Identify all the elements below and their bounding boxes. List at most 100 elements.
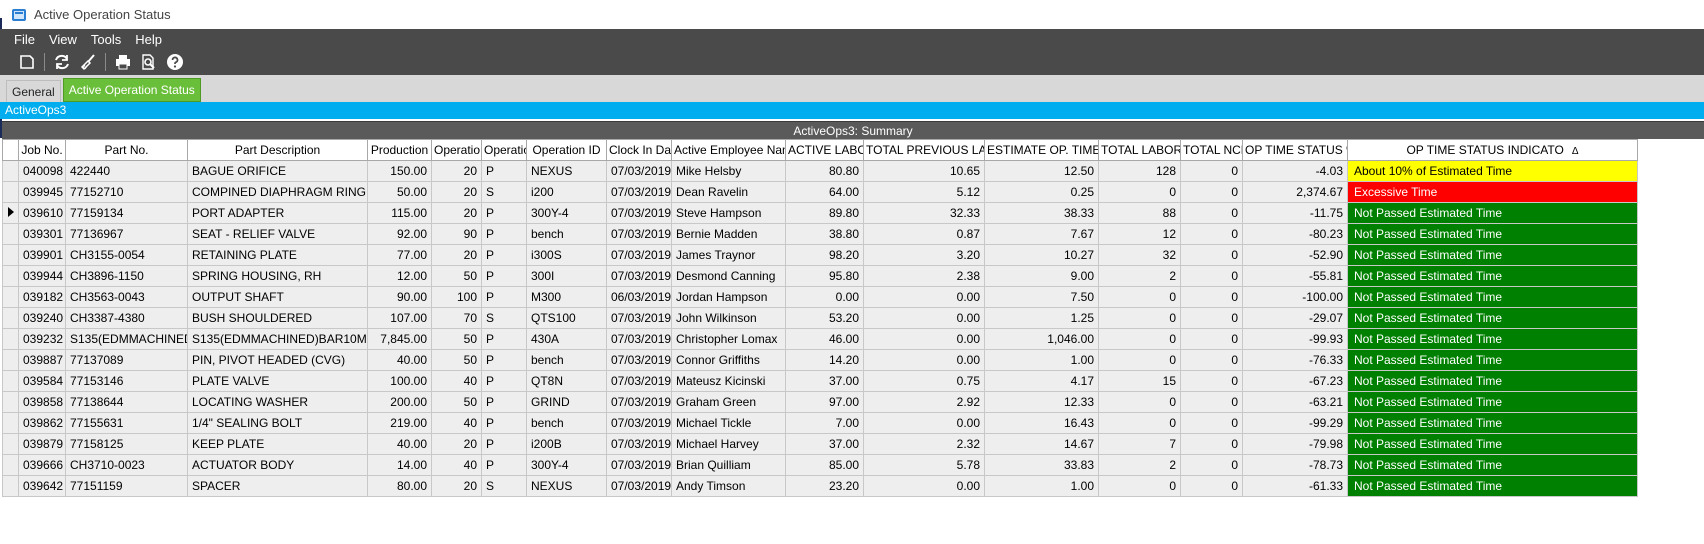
cell-prev[interactable]: 2.32 xyxy=(863,433,985,455)
cell-clock[interactable]: 07/03/2019 xyxy=(606,433,672,455)
cell-opid[interactable]: i200 xyxy=(526,181,607,203)
cell-active[interactable]: 98.20 xyxy=(785,244,864,266)
cell-opseq[interactable]: 100 xyxy=(431,286,482,308)
cell-opid[interactable]: NEXUS xyxy=(526,475,607,497)
cell-ncr[interactable]: 0 xyxy=(1180,286,1243,308)
cell-desc[interactable]: RETAINING PLATE xyxy=(187,244,368,266)
cell-prod[interactable]: 100.00 xyxy=(367,370,432,392)
cell-prod[interactable]: 92.00 xyxy=(367,223,432,245)
cell-emp[interactable]: Michael Tickle xyxy=(671,412,786,434)
table-row[interactable]: 039862 77155631 1/4" SEALING BOLT 219.00 40 P… xyxy=(2,412,1638,434)
cell-opseq[interactable]: 50 xyxy=(431,349,482,371)
cell-pct[interactable]: -61.33 xyxy=(1242,475,1348,497)
cell-clock[interactable]: 07/03/2019 xyxy=(606,307,672,329)
column-header-opseq[interactable]: Operatio xyxy=(431,139,482,161)
column-header-prev[interactable]: TOTAL PREVIOUS LAB xyxy=(863,139,985,161)
cell-job[interactable]: 039862 xyxy=(18,412,66,434)
column-header-prod[interactable]: Production xyxy=(367,139,432,161)
status-indicator-cell[interactable]: Not Passed Estimated Time xyxy=(1347,244,1638,266)
cell-ncr[interactable]: 0 xyxy=(1180,160,1243,182)
cell-part[interactable]: 77137089 xyxy=(65,349,188,371)
row-selector[interactable] xyxy=(2,265,19,287)
cell-pct[interactable]: -52.90 xyxy=(1242,244,1348,266)
column-header-est[interactable]: ESTIMATE OP. TIME H xyxy=(984,139,1099,161)
cell-job[interactable]: 039642 xyxy=(18,475,66,497)
cell-clock[interactable]: 07/03/2019 xyxy=(606,475,672,497)
row-selector[interactable] xyxy=(2,328,19,350)
cell-part[interactable]: 77155631 xyxy=(65,412,188,434)
cell-clock[interactable]: 07/03/2019 xyxy=(606,160,672,182)
cell-prev[interactable]: 0.87 xyxy=(863,223,985,245)
cell-prod[interactable]: 219.00 xyxy=(367,412,432,434)
tab-general[interactable]: General xyxy=(6,80,61,102)
cell-opid[interactable]: i300S xyxy=(526,244,607,266)
table-row[interactable]: 039666 CH3710-0023 ACTUATOR BODY 14.00 40 P 30… xyxy=(2,454,1638,476)
cell-prod[interactable]: 40.00 xyxy=(367,433,432,455)
row-selector[interactable] xyxy=(2,160,19,182)
cell-opseq[interactable]: 50 xyxy=(431,328,482,350)
cell-ncr[interactable]: 0 xyxy=(1180,349,1243,371)
cell-desc[interactable]: PIN, PIVOT HEADED (CVG) xyxy=(187,349,368,371)
row-selector[interactable] xyxy=(2,349,19,371)
column-header-clock[interactable]: Clock In Dat xyxy=(606,139,672,161)
cell-prev[interactable]: 32.33 xyxy=(863,202,985,224)
cell-desc[interactable]: SEAT - RELIEF VALVE xyxy=(187,223,368,245)
cell-est[interactable]: 7.67 xyxy=(984,223,1099,245)
column-header-labor[interactable]: TOTAL LABOR xyxy=(1098,139,1181,161)
print-preview-button[interactable] xyxy=(138,51,160,73)
cell-labor[interactable]: 12 xyxy=(1098,223,1181,245)
cell-pct[interactable]: -55.81 xyxy=(1242,265,1348,287)
table-row[interactable]: 040098 422440 BAGUE ORIFICE 150.00 20 P NEXUS 0… xyxy=(2,160,1638,182)
row-selector[interactable] xyxy=(2,181,19,203)
cell-job[interactable]: 039301 xyxy=(18,223,66,245)
cell-clock[interactable]: 07/03/2019 xyxy=(606,391,672,413)
cell-ncr[interactable]: 0 xyxy=(1180,370,1243,392)
cell-optype[interactable]: P xyxy=(481,454,527,476)
cell-est[interactable]: 1,046.00 xyxy=(984,328,1099,350)
cell-opid[interactable]: i200B xyxy=(526,433,607,455)
cell-active[interactable]: 46.00 xyxy=(785,328,864,350)
cell-prev[interactable]: 5.78 xyxy=(863,454,985,476)
cell-labor[interactable]: 32 xyxy=(1098,244,1181,266)
cell-active[interactable]: 95.80 xyxy=(785,265,864,287)
cell-optype[interactable]: S xyxy=(481,475,527,497)
table-row[interactable]: 039240 CH3387-4380 BUSH SHOULDERED 107.00 70… xyxy=(2,307,1638,329)
cell-prod[interactable]: 77.00 xyxy=(367,244,432,266)
cell-ncr[interactable]: 0 xyxy=(1180,202,1243,224)
table-row[interactable]: 039584 77153146 PLATE VALVE 100.00 40 P QT8N 07… xyxy=(2,370,1638,392)
cell-prod[interactable]: 200.00 xyxy=(367,391,432,413)
row-selector[interactable] xyxy=(2,454,19,476)
cell-pct[interactable]: -11.75 xyxy=(1242,202,1348,224)
row-selector[interactable] xyxy=(2,286,19,308)
table-row[interactable]: 039232 S135(EDMMACHINED) S135(EDMMACHINED)… xyxy=(2,328,1638,350)
cell-labor[interactable]: 0 xyxy=(1098,181,1181,203)
cell-opseq[interactable]: 20 xyxy=(431,475,482,497)
cell-optype[interactable]: P xyxy=(481,391,527,413)
cell-est[interactable]: 12.50 xyxy=(984,160,1099,182)
cell-desc[interactable]: S135(EDMMACHINED)BAR10MM xyxy=(187,328,368,350)
cell-ncr[interactable]: 0 xyxy=(1180,412,1243,434)
status-indicator-cell[interactable]: Not Passed Estimated Time xyxy=(1347,223,1638,245)
cell-labor[interactable]: 2 xyxy=(1098,265,1181,287)
cell-emp[interactable]: Andy Timson xyxy=(671,475,786,497)
status-indicator-cell[interactable]: About 10% of Estimated Time xyxy=(1347,160,1638,182)
cell-job[interactable]: 039610 xyxy=(18,202,66,224)
status-indicator-cell[interactable]: Not Passed Estimated Time xyxy=(1347,412,1638,434)
cell-prev[interactable]: 10.65 xyxy=(863,160,985,182)
cell-est[interactable]: 16.43 xyxy=(984,412,1099,434)
cell-pct[interactable]: -4.03 xyxy=(1242,160,1348,182)
cell-emp[interactable]: Connor Griffiths xyxy=(671,349,786,371)
cell-part[interactable]: 77153146 xyxy=(65,370,188,392)
status-indicator-cell[interactable]: Not Passed Estimated Time xyxy=(1347,307,1638,329)
cell-active[interactable]: 53.20 xyxy=(785,307,864,329)
row-selector[interactable] xyxy=(2,475,19,497)
cell-pct[interactable]: -78.73 xyxy=(1242,454,1348,476)
cell-pct[interactable]: 2,374.67 xyxy=(1242,181,1348,203)
cell-opid[interactable]: bench xyxy=(526,349,607,371)
cell-prod[interactable]: 80.00 xyxy=(367,475,432,497)
cell-est[interactable]: 12.33 xyxy=(984,391,1099,413)
status-indicator-cell[interactable]: Not Passed Estimated Time xyxy=(1347,349,1638,371)
cell-labor[interactable]: 0 xyxy=(1098,307,1181,329)
row-selector[interactable] xyxy=(2,433,19,455)
cell-job[interactable]: 039887 xyxy=(18,349,66,371)
